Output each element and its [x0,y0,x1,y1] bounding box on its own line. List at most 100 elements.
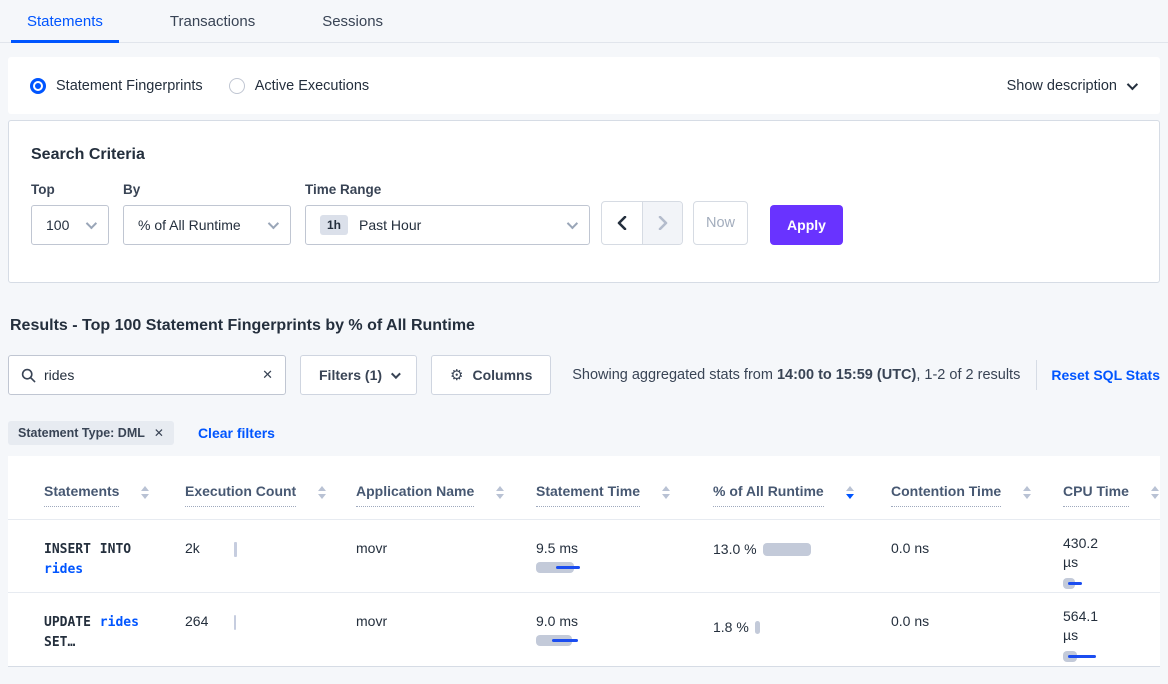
now-button[interactable]: Now [693,201,748,245]
statement-cell: UPDATE rides SET… [44,593,166,653]
application-name-cell: movr [356,593,536,629]
clear-search-icon[interactable]: ✕ [262,367,273,383]
statement-link[interactable]: rides [44,562,83,577]
clear-filters-link[interactable]: Clear filters [198,425,275,441]
radio-active-executions[interactable]: Active Executions [229,78,369,94]
filter-chip-statement-type[interactable]: Statement Type: DML ✕ [8,421,174,445]
columns-button[interactable]: ⚙ Columns [431,355,551,395]
previous-time-button[interactable] [602,202,642,244]
sort-icon[interactable] [318,486,326,499]
chevron-left-icon [616,216,628,230]
show-description-toggle[interactable]: Show description [1007,78,1135,94]
search-input[interactable] [44,367,262,383]
column-header-execution-count[interactable]: Execution Count [185,483,356,507]
column-header-statement-time[interactable]: Statement Time [536,483,713,507]
execution-count-cell: 264 [185,593,356,630]
application-name-cell: movr [356,520,536,556]
radio-selected-icon [30,78,46,94]
by-label: By [123,182,305,197]
sort-icon[interactable] [662,486,670,499]
results-heading: Results - Top 100 Statement Fingerprints… [10,317,1158,335]
stats-time-range: 14:00 to 15:59 (UTC) [777,367,916,383]
column-header-cpu-time[interactable]: CPU Time [1063,483,1160,507]
sort-icon[interactable] [1151,486,1159,499]
column-header-pct-of-all-runtime[interactable]: % of All Runtime [713,483,891,507]
view-toggle-bar: Statement Fingerprints Active Executions… [8,57,1160,114]
sort-icon[interactable] [1023,486,1031,499]
tab-transactions[interactable]: Transactions [154,0,271,42]
time-range-select[interactable]: 1h Past Hour [305,205,590,245]
chevron-down-icon [567,218,578,229]
top-select-value: 100 [46,217,69,233]
time-range-value: Past Hour [359,217,421,233]
by-select[interactable]: % of All Runtime [123,205,291,245]
apply-button[interactable]: Apply [770,205,843,245]
statement-time-cell: 9.5 ms [536,520,713,574]
results-toolbar: ✕ Filters (1) ⚙ Columns Showing aggregat… [8,355,1160,395]
table-header-row: Statements Execution Count Application N… [8,456,1160,520]
time-range-badge: 1h [320,215,348,235]
column-header-contention-time[interactable]: Contention Time [891,483,1063,507]
table-row: INSERT INTO rides 2k movr 9.5 ms 13.0 % … [8,520,1160,593]
tab-sessions[interactable]: Sessions [306,0,399,42]
page-tabs: Statements Transactions Sessions [0,0,1168,43]
statement-time-bar [536,635,713,647]
execution-count-bar [234,615,236,630]
search-criteria-title: Search Criteria [31,146,1137,164]
filter-chip-row: Statement Type: DML ✕ Clear filters [8,421,1160,445]
radio-unselected-icon [229,78,245,94]
cpu-time-bar [1063,578,1160,590]
chevron-down-icon [86,218,97,229]
by-control: By % of All Runtime [123,182,305,245]
statements-table: Statements Execution Count Application N… [8,456,1160,667]
show-description-label: Show description [1007,78,1117,94]
gear-icon: ⚙ [450,366,463,384]
tab-statements[interactable]: Statements [11,0,119,42]
columns-button-label: Columns [472,367,532,383]
statement-cell: INSERT INTO rides [44,520,166,580]
pct-of-all-runtime-cell: 13.0 % [713,520,891,559]
cpu-time-bar [1063,651,1160,663]
by-select-value: % of All Runtime [138,217,241,233]
table-row: UPDATE rides SET… 264 movr 9.0 ms 1.8 % … [8,593,1160,666]
radio-label: Active Executions [255,78,369,94]
time-range-label: Time Range [305,182,590,197]
radio-label: Statement Fingerprints [56,78,203,94]
aggregated-stats-text: Showing aggregated stats from 14:00 to 1… [572,367,1020,383]
divider [1036,360,1037,390]
search-box[interactable]: ✕ [8,355,286,395]
top-select[interactable]: 100 [31,205,109,245]
pct-runtime-bar [755,621,760,634]
search-criteria-card: Search Criteria Top 100 By % of All Runt… [8,120,1160,283]
execution-count-bar [234,542,237,557]
chevron-down-icon [268,218,279,229]
pct-of-all-runtime-cell: 1.8 % [713,593,891,635]
top-control: Top 100 [31,182,123,245]
filters-button[interactable]: Filters (1) [300,355,417,395]
sort-icon-active-desc[interactable] [846,486,854,499]
time-range-control: Time Range 1h Past Hour [305,182,590,245]
contention-time-cell: 0.0 ns [891,520,1063,556]
execution-count-cell: 2k [185,520,356,557]
reset-sql-stats-link[interactable]: Reset SQL Stats [1051,367,1160,383]
pct-runtime-bar [763,543,811,556]
contention-time-cell: 0.0 ns [891,593,1063,629]
column-header-statements[interactable]: Statements [44,483,185,507]
search-icon [21,368,36,383]
sort-icon[interactable] [141,486,149,499]
sort-icon[interactable] [496,486,504,499]
top-label: Top [31,182,123,197]
radio-statement-fingerprints[interactable]: Statement Fingerprints [30,78,203,94]
cpu-time-cell: 564.1 µs [1063,593,1160,663]
next-time-button[interactable] [642,202,682,244]
column-header-application-name[interactable]: Application Name [356,483,536,507]
chevron-right-icon [657,216,669,230]
view-radio-group: Statement Fingerprints Active Executions [30,78,369,94]
chevron-down-icon [1127,78,1138,89]
statement-link[interactable]: rides [100,615,139,630]
statement-time-bar [536,562,713,574]
chevron-down-icon [391,369,401,379]
filter-chip-label: Statement Type: DML [18,426,145,440]
cpu-time-cell: 430.2 µs [1063,520,1160,590]
chip-close-icon[interactable]: ✕ [154,426,164,440]
